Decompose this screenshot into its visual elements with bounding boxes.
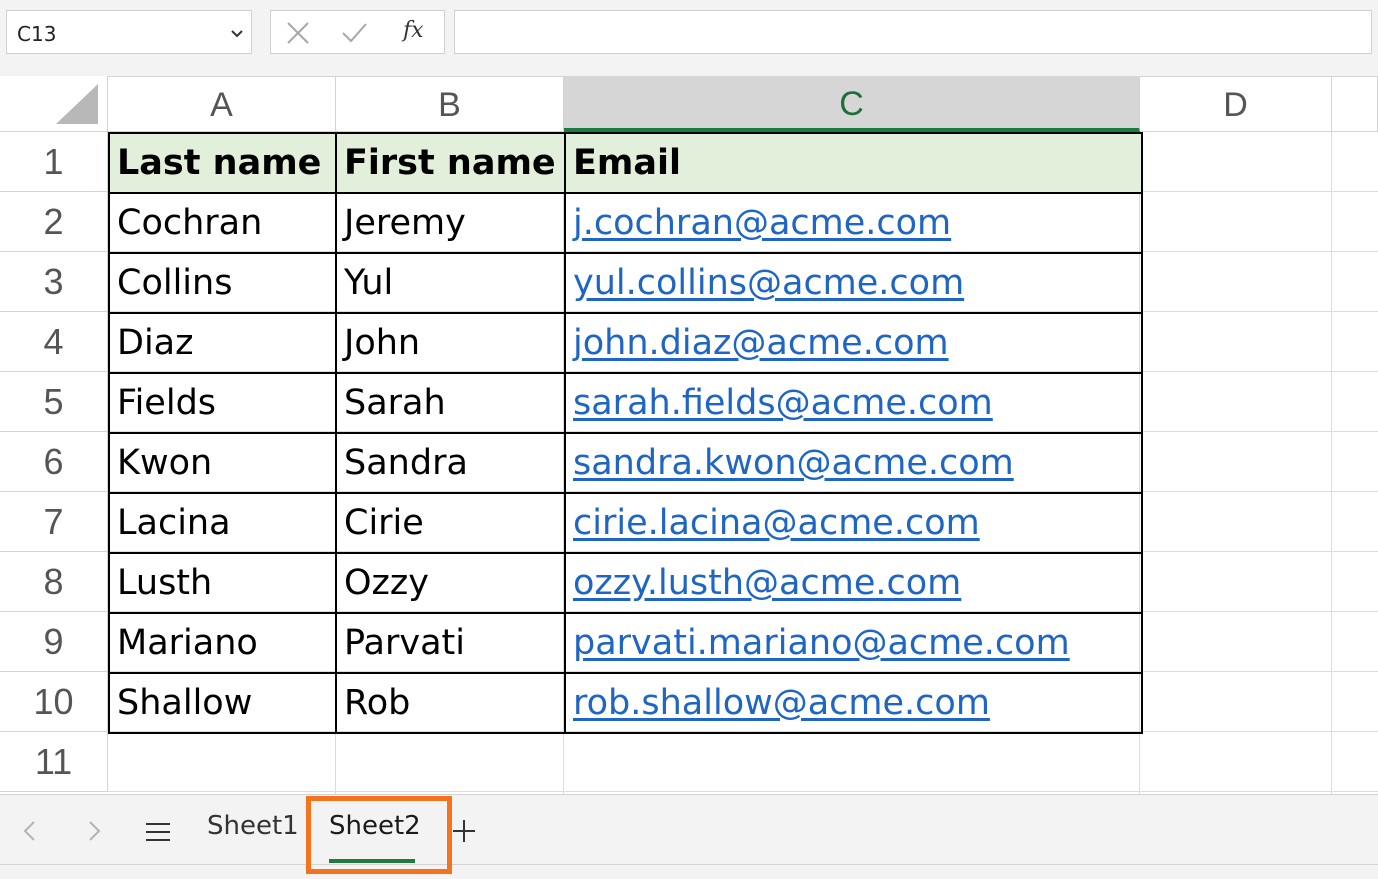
all-sheets-menu-icon[interactable] [145, 821, 171, 843]
scroll-tabs-right-icon[interactable] [84, 819, 104, 843]
table-row: Kwon Sandra sandra.kwon@acme.com [108, 432, 1143, 494]
last-name-cell[interactable]: Kwon [108, 432, 337, 494]
table-row: Shallow Rob rob.shallow@acme.com [108, 672, 1143, 734]
row-header-4[interactable]: 4 [0, 312, 108, 372]
sheet2-highlight-annotation [306, 796, 452, 874]
last-name-cell[interactable]: Lusth [108, 552, 337, 614]
header-cell[interactable]: First name [335, 132, 566, 194]
add-sheet-icon[interactable] [452, 819, 476, 843]
last-name-cell[interactable]: Lacina [108, 492, 337, 554]
table-row: Lusth Ozzy ozzy.lusth@acme.com [108, 552, 1143, 614]
sheet-tab-sheet1[interactable]: Sheet1 [207, 811, 299, 841]
last-name-cell[interactable]: Shallow [108, 672, 337, 734]
column-header-next[interactable] [1332, 76, 1378, 132]
row-header-3[interactable]: 3 [0, 252, 108, 312]
confirm-check-icon[interactable] [341, 21, 367, 45]
last-name-cell[interactable]: Cochran [108, 192, 337, 254]
first-name-cell[interactable]: Ozzy [335, 552, 566, 614]
table-row: Fields Sarah sarah.fields@acme.com [108, 372, 1143, 434]
column-header-d[interactable]: D [1140, 76, 1332, 132]
email-link-cell[interactable]: j.cochran@acme.com [564, 192, 1143, 254]
column-header-c[interactable]: C [564, 76, 1140, 132]
last-name-cell[interactable]: Fields [108, 372, 337, 434]
first-name-cell[interactable]: Rob [335, 672, 566, 734]
insert-function-icon[interactable]: fx [403, 18, 424, 43]
email-link-cell[interactable]: rob.shallow@acme.com [564, 672, 1143, 734]
select-all-corner[interactable] [0, 76, 108, 132]
name-box-value: C13 [17, 22, 57, 46]
cancel-icon[interactable] [285, 21, 311, 45]
chevron-down-icon[interactable] [229, 25, 245, 41]
data-table: Last name First name Email Cochran Jeremy j.c… [108, 132, 1143, 734]
email-link-cell[interactable]: yul.collins@acme.com [564, 252, 1143, 314]
select-all-triangle-icon [56, 84, 98, 124]
row-header-2[interactable]: 2 [0, 192, 108, 252]
row-header-7[interactable]: 7 [0, 492, 108, 552]
tab-bar-divider [0, 864, 1378, 865]
gridline-vertical [1331, 132, 1332, 794]
formula-actions: fx [270, 10, 445, 54]
column-header-b[interactable]: B [336, 76, 564, 132]
first-name-cell[interactable]: Jeremy [335, 192, 566, 254]
last-name-cell[interactable]: Collins [108, 252, 337, 314]
row-header-6[interactable]: 6 [0, 432, 108, 492]
first-name-cell[interactable]: Yul [335, 252, 566, 314]
row-header-11[interactable]: 11 [0, 732, 108, 792]
spreadsheet-grid: ABCD 1 2 3 4 5 6 7 8 9 10 11 Last name First name Em… [0, 76, 1378, 794]
first-name-cell[interactable]: Parvati [335, 612, 566, 674]
row-header-8[interactable]: 8 [0, 552, 108, 612]
gridline-horizontal [108, 791, 1378, 792]
formula-bar: C13 fx [0, 0, 1378, 77]
last-name-cell[interactable]: Diaz [108, 312, 337, 374]
row-header-10[interactable]: 10 [0, 672, 108, 732]
first-name-cell[interactable]: John [335, 312, 566, 374]
row-header-5[interactable]: 5 [0, 372, 108, 432]
sheet-tab-bar: Sheet1 Sheet2 [0, 794, 1378, 879]
email-link-cell[interactable]: ozzy.lusth@acme.com [564, 552, 1143, 614]
header-cell[interactable]: Last name [108, 132, 337, 194]
column-header-a[interactable]: A [108, 76, 336, 132]
email-link-cell[interactable]: cirie.lacina@acme.com [564, 492, 1143, 554]
formula-input[interactable] [454, 10, 1372, 54]
table-row: Cochran Jeremy j.cochran@acme.com [108, 192, 1143, 254]
table-row: Diaz John john.diaz@acme.com [108, 312, 1143, 374]
table-row: Mariano Parvati parvati.mariano@acme.com [108, 612, 1143, 674]
first-name-cell[interactable]: Cirie [335, 492, 566, 554]
last-name-cell[interactable]: Mariano [108, 612, 337, 674]
table-row: Collins Yul yul.collins@acme.com [108, 252, 1143, 314]
first-name-cell[interactable]: Sandra [335, 432, 566, 494]
first-name-cell[interactable]: Sarah [335, 372, 566, 434]
scroll-tabs-left-icon[interactable] [20, 819, 40, 843]
email-link-cell[interactable]: john.diaz@acme.com [564, 312, 1143, 374]
table-header-row: Last name First name Email [108, 132, 1143, 194]
row-header-9[interactable]: 9 [0, 612, 108, 672]
email-link-cell[interactable]: sarah.fields@acme.com [564, 372, 1143, 434]
email-link-cell[interactable]: parvati.mariano@acme.com [564, 612, 1143, 674]
header-cell[interactable]: Email [564, 132, 1143, 194]
table-row: Lacina Cirie cirie.lacina@acme.com [108, 492, 1143, 554]
email-link-cell[interactable]: sandra.kwon@acme.com [564, 432, 1143, 494]
row-header-1[interactable]: 1 [0, 132, 108, 192]
name-box[interactable]: C13 [6, 10, 252, 54]
